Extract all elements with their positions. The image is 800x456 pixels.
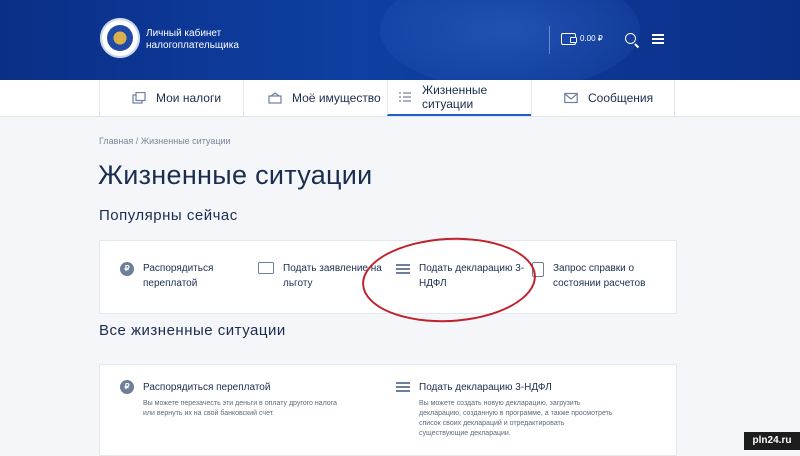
declaration-icon (396, 380, 410, 394)
hamburger-menu-icon[interactable] (652, 34, 664, 44)
top-header: Личный кабинет налогоплательщика 0.00 ₽ (0, 0, 800, 80)
popular-item-certificate[interactable]: Запрос справки о состоянии расчетов (532, 261, 645, 291)
popular-line1: Запрос справки о (553, 263, 635, 274)
all-situations-card: ₽ Распорядиться переплатой Вы можете пере… (99, 364, 677, 456)
breadcrumb-separator: / (135, 136, 139, 146)
main-nav: Мои налоги Моё имущество Жизненные ситуа… (0, 80, 800, 117)
search-icon[interactable] (625, 33, 636, 44)
situations-icon (398, 91, 412, 103)
brand-title[interactable]: Личный кабинет налогоплательщика (146, 28, 239, 52)
tab-label: Жизненные ситуации (422, 83, 488, 111)
desc-line: или вернуть их на свой банковский счет. (143, 410, 275, 417)
envelope-icon (564, 92, 578, 104)
property-icon (268, 92, 282, 104)
tab-label: Мои налоги (156, 91, 222, 105)
breadcrumb-home[interactable]: Главная (99, 136, 133, 146)
popular-heading: Популярны сейчас (99, 207, 238, 224)
desc-line: декларацию, созданную в программе, а так… (419, 410, 613, 417)
situation-declaration[interactable]: Подать декларацию 3-НДФЛ Вы можете созда… (396, 380, 612, 439)
ruble-coin-icon: ₽ (120, 380, 134, 394)
tab-label: Моё имущество (292, 91, 381, 105)
popular-line1: Распорядиться (143, 263, 214, 274)
page-title: Жизненные ситуации (98, 160, 373, 190)
emblem-icon (107, 25, 133, 51)
brand-line1: Личный кабинет (146, 28, 222, 39)
application-icon (258, 262, 274, 274)
situation-overpayment[interactable]: ₽ Распорядиться переплатой Вы можете пере… (120, 380, 337, 419)
popular-item-overpayment[interactable]: ₽ Распорядиться переплатой (120, 261, 213, 291)
brand-line2: налогоплательщика (146, 40, 239, 51)
tab-label: Сообщения (588, 91, 654, 105)
situation-title: Подать декларацию 3-НДФЛ (419, 381, 552, 393)
desc-line: Вы можете перезачесть эти деньги в оплат… (143, 400, 337, 407)
situation-title: Распорядиться переплатой (143, 381, 271, 393)
popular-line2: переплатой (143, 278, 198, 289)
situation-description: Вы можете создать новую декларацию, загр… (419, 399, 612, 439)
ruble-coin-icon: ₽ (120, 262, 134, 276)
taxes-icon (132, 91, 146, 104)
tab-my-property[interactable]: Моё имущество (243, 80, 387, 116)
tab-life-situations[interactable]: Жизненные ситуации (387, 80, 531, 116)
watermark: pln24.ru (744, 432, 800, 450)
header-divider (549, 26, 550, 54)
situation-description: Вы можете перезачесть эти деньги в оплат… (143, 399, 337, 419)
all-situations-heading: Все жизненные ситуации (99, 322, 286, 339)
balance-amount[interactable]: 0.00 ₽ (580, 34, 603, 43)
tab-messages[interactable]: Сообщения (531, 80, 675, 116)
desc-line: список своих деклараций и отредактироват… (419, 420, 565, 427)
desc-line: существующие декларации. (419, 430, 511, 437)
breadcrumb-current: Жизненные ситуации (140, 136, 231, 146)
tab-my-taxes[interactable]: Мои налоги (99, 80, 243, 116)
breadcrumb: Главная / Жизненные ситуации (99, 136, 231, 146)
fns-logo[interactable] (100, 18, 140, 58)
popular-line2: состоянии расчетов (553, 278, 646, 289)
wallet-icon[interactable] (561, 33, 577, 45)
desc-line: Вы можете создать новую декларацию, загр… (419, 400, 581, 407)
